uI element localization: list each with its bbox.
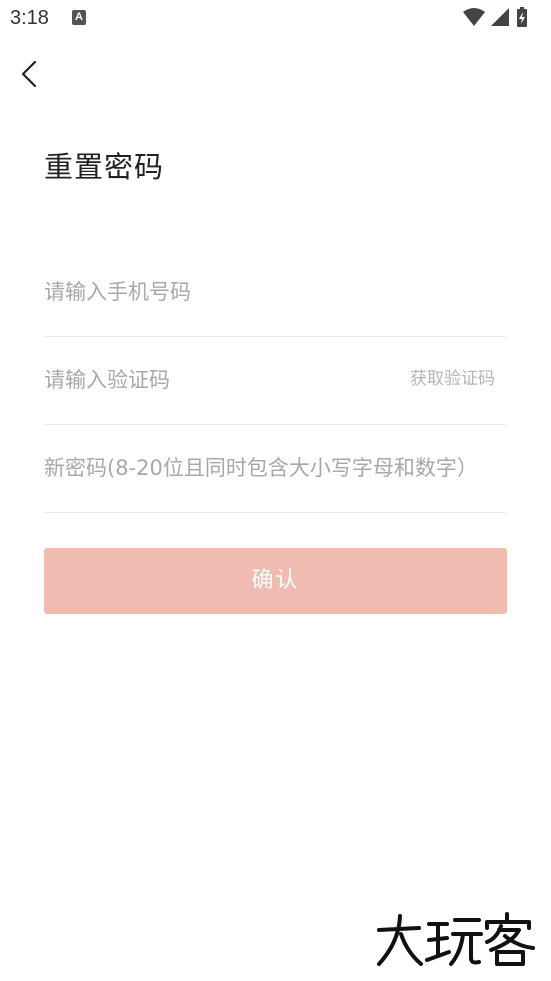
status-icons	[461, 6, 541, 30]
confirm-button[interactable]: 确认	[44, 548, 507, 614]
get-code-button[interactable]: 获取验证码	[410, 335, 495, 424]
phone-field	[44, 247, 507, 337]
watermark-logo	[373, 912, 539, 968]
phone-input[interactable]	[44, 247, 507, 336]
status-bar: 3:18 A	[0, 0, 551, 36]
battery-charging-icon	[517, 7, 527, 27]
wifi-icon	[463, 8, 485, 26]
page-title: 重置密码	[44, 150, 165, 184]
signal-icon	[491, 8, 509, 26]
watermark-logo-image	[377, 912, 535, 966]
new-password-field	[44, 423, 507, 513]
chevron-left-icon	[21, 60, 37, 88]
back-button[interactable]	[14, 56, 46, 92]
new-password-input[interactable]	[44, 423, 507, 512]
status-time: 3:18	[10, 7, 49, 29]
verification-code-input[interactable]	[44, 335, 384, 424]
verification-code-field: 获取验证码	[44, 335, 507, 425]
notification-a-icon: A	[72, 10, 86, 25]
